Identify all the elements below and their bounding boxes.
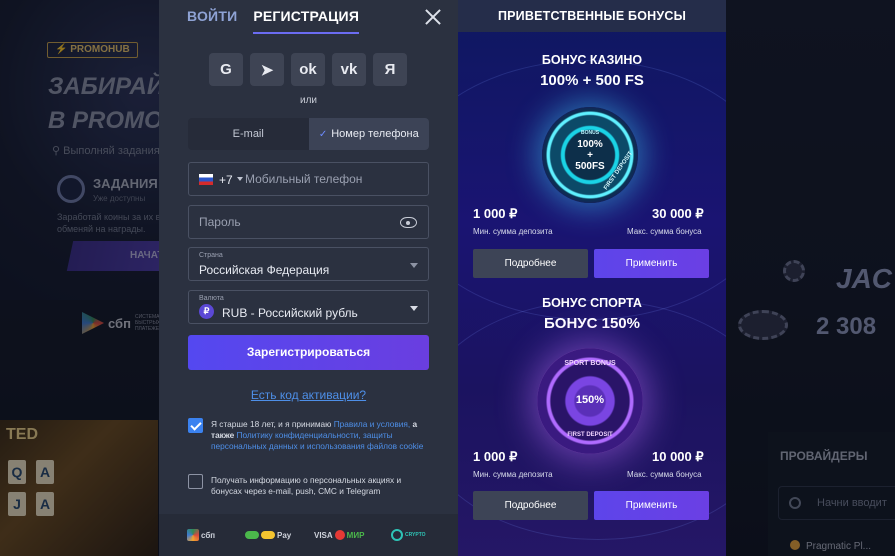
phone-input[interactable] [245, 163, 425, 195]
casino-min-deposit-value: 1 000 ₽ [473, 206, 518, 221]
sport-apply-button[interactable]: Применить [594, 491, 709, 520]
russia-flag-icon [199, 174, 213, 185]
sbp-payment-logo: сбп [187, 526, 215, 544]
wheel-ring-text: FIRST DEPOSIT [567, 432, 613, 438]
wallet-pay-logos: Pay [245, 526, 291, 544]
country-value: Российская Федерация [199, 263, 330, 277]
password-input[interactable] [199, 206, 389, 238]
country-label: Страна [199, 252, 223, 259]
country-select[interactable]: Страна Российская Федерация [188, 247, 429, 281]
phone-field: +7 [188, 162, 429, 196]
mastercard-icon [334, 530, 345, 540]
yandex-icon[interactable]: Я [373, 53, 407, 86]
country-code[interactable]: +7 [219, 173, 233, 187]
wheel-ring-text: SPORT BONUS [564, 360, 616, 367]
sport-max-bonus-value: 10 000 ₽ [652, 449, 704, 464]
casino-min-deposit-label: Мин. сумма депозита [473, 227, 553, 236]
close-icon[interactable] [424, 8, 442, 26]
crypto-payment-logo: CRYPTO [391, 526, 426, 544]
currency-select[interactable]: Валюта ₽ RUB - Российский рубль [188, 290, 429, 324]
currency-label: Валюта [199, 295, 224, 302]
social-login-buttons: G ➤ ok vk Я [209, 53, 407, 86]
yandex-pay-icon [261, 531, 275, 539]
wheel-value: 150% [575, 394, 605, 406]
registration-method-toggle: E-mail ✓ Номер телефона [188, 118, 429, 150]
payment-methods-strip: сбп Pay VISA МИР CRYPTO [159, 514, 458, 556]
casino-max-bonus-label: Макс. сумма бонуса [627, 227, 702, 236]
casino-max-bonus-value: 30 000 ₽ [652, 206, 704, 221]
sport-bonus-title: БОНУС СПОРТА [542, 296, 642, 310]
sport-min-deposit-value: 1 000 ₽ [473, 449, 518, 464]
age-consent-text: Я старше 18 лет, и я принимаю Правила и … [211, 419, 424, 451]
casino-apply-button[interactable]: Применить [594, 249, 709, 278]
chevron-down-icon[interactable] [237, 177, 243, 184]
check-icon: ✓ [318, 129, 328, 140]
google-icon[interactable]: G [209, 53, 243, 86]
registration-modal: ВОЙТИ РЕГИСТРАЦИЯ G ➤ ok vk Я или E-mail… [159, 0, 726, 556]
age-consent-checkbox[interactable] [188, 418, 203, 433]
currency-value: RUB - Российский рубль [222, 306, 358, 320]
method-email-option[interactable]: E-mail [188, 118, 309, 150]
password-field [188, 205, 429, 239]
vk-icon[interactable]: vk [332, 53, 366, 86]
casino-details-button[interactable]: Подробнее [473, 249, 588, 278]
registration-form-panel: ВОЙТИ РЕГИСТРАЦИЯ G ➤ ok vk Я или E-mail… [159, 0, 458, 556]
card-payment-logos: VISA МИР [314, 530, 365, 540]
wheel-label: BONUS [580, 130, 600, 136]
sport-details-button[interactable]: Подробнее [473, 491, 588, 520]
sport-max-bonus-label: Макс. сумма бонуса [627, 470, 702, 479]
welcome-bonuses-panel: ПРИВЕТСТВЕННЫЕ БОНУСЫ БОНУС КАЗИНО 100% … [458, 0, 726, 556]
activation-code-link[interactable]: Есть код активации? [159, 388, 458, 402]
privacy-policy-link[interactable]: Политику конфиденциальности, защиты перс… [211, 430, 423, 451]
eye-icon[interactable] [400, 217, 417, 228]
register-button[interactable]: Зарегистрироваться [188, 335, 429, 370]
ruble-icon: ₽ [199, 304, 214, 319]
terms-link[interactable]: Правила и условия, [334, 419, 411, 429]
marketing-consent-text: Получать информацию о персональных акция… [211, 475, 402, 496]
or-divider: или [299, 95, 317, 106]
tab-registration[interactable]: РЕГИСТРАЦИЯ [253, 0, 360, 34]
tab-login[interactable]: ВОЙТИ [187, 0, 237, 34]
method-phone-option[interactable]: ✓ Номер телефона [308, 118, 429, 150]
gpay-icon [245, 531, 259, 539]
telegram-icon[interactable]: ➤ [250, 53, 284, 86]
marketing-consent-checkbox[interactable] [188, 474, 203, 489]
bonuses-header: ПРИВЕТСТВЕННЫЕ БОНУСЫ [458, 0, 726, 32]
odnoklassniki-icon[interactable]: ok [291, 53, 325, 86]
auth-tabs: ВОЙТИ РЕГИСТРАЦИЯ [187, 0, 360, 34]
sbp-icon [187, 529, 199, 541]
casino-bonus-subtitle: 100% + 500 FS [540, 72, 644, 89]
sport-min-deposit-label: Мин. сумма депозита [473, 470, 553, 479]
sport-bonus-subtitle: БОНУС 150% [544, 315, 640, 332]
chevron-down-icon [410, 306, 418, 315]
crypto-icon [391, 529, 403, 541]
chevron-down-icon [410, 263, 418, 272]
casino-bonus-title: БОНУС КАЗИНО [541, 53, 643, 67]
